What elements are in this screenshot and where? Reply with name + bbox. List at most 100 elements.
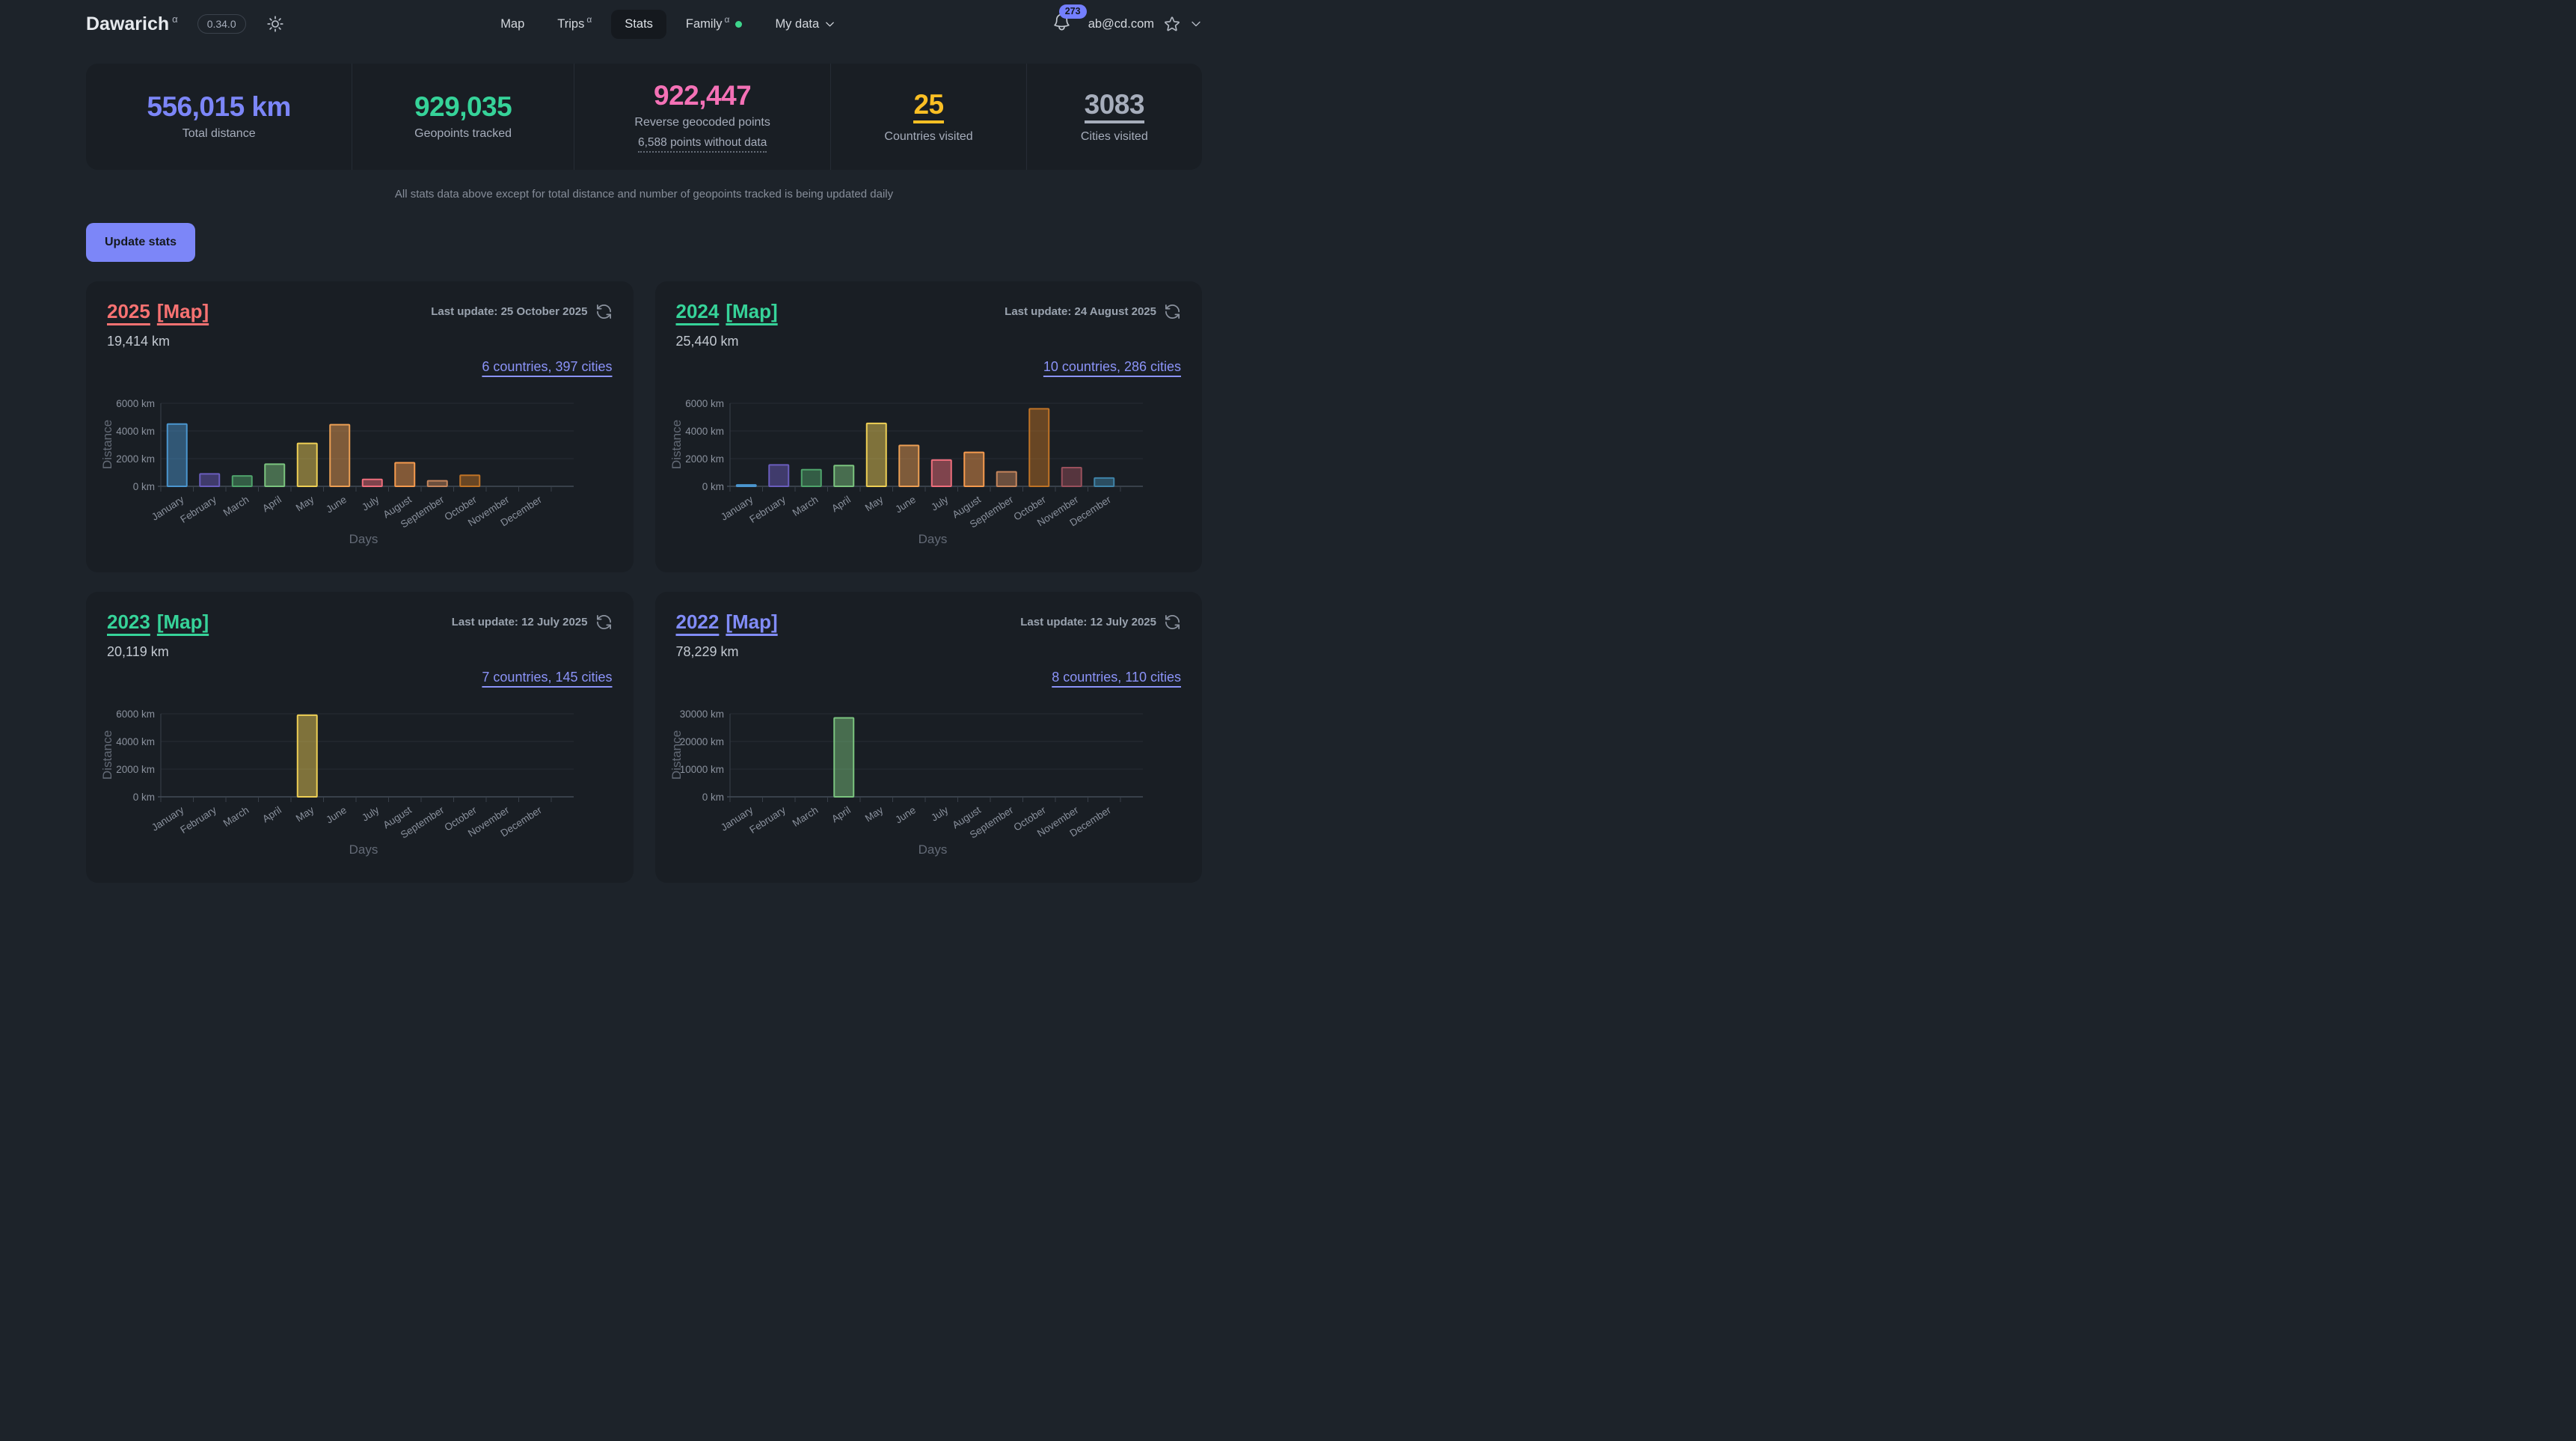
svg-text:May: May bbox=[294, 804, 316, 824]
svg-text:0 km: 0 km bbox=[133, 792, 155, 803]
last-update-label: Last update: 25 October 2025 bbox=[431, 305, 587, 318]
star-icon bbox=[1163, 15, 1181, 33]
map-link-2025[interactable]: [Map] bbox=[157, 300, 209, 322]
daily-update-note: All stats data above except for total di… bbox=[86, 188, 1202, 201]
year-card-2022: 2022[Map] Last update: 12 July 2025 78,2… bbox=[655, 592, 1203, 883]
svg-text:0 km: 0 km bbox=[133, 481, 155, 492]
refresh-icon bbox=[595, 614, 613, 631]
svg-text:June: June bbox=[893, 494, 918, 515]
refresh-icon bbox=[1164, 614, 1181, 631]
alpha-superscript: α bbox=[586, 14, 592, 25]
distance-chart-2023: 6000 km4000 km2000 km0 kmJanuaryFebruary… bbox=[95, 688, 619, 861]
svg-text:February: February bbox=[747, 494, 788, 525]
stats-overview-panel: 556,015 km Total distance 929,035 Geopoi… bbox=[86, 64, 1202, 170]
favorites-button[interactable] bbox=[1163, 15, 1181, 33]
chevron-down-icon bbox=[824, 19, 835, 30]
stat-countries-visited: 25 Countries visited bbox=[830, 64, 1025, 170]
refresh-icon bbox=[1164, 303, 1181, 320]
theme-toggle-button[interactable] bbox=[266, 14, 285, 34]
total-distance-value: 556,015 km bbox=[147, 93, 291, 120]
svg-text:June: June bbox=[324, 804, 349, 826]
year-cards-grid: 2025 [Map] Last update: 25 October 2025 1… bbox=[86, 281, 1202, 883]
refresh-stats-button[interactable] bbox=[1164, 303, 1181, 320]
chevron-down-icon bbox=[1190, 18, 1202, 30]
distance-chart-2022: 30000 km20000 km10000 km0 kmJanuaryFebru… bbox=[664, 688, 1188, 861]
svg-text:Days: Days bbox=[918, 532, 947, 546]
refresh-stats-button[interactable] bbox=[1164, 614, 1181, 631]
countries-visited-value: 25 bbox=[913, 91, 943, 123]
svg-text:March: March bbox=[790, 804, 820, 829]
sun-icon bbox=[266, 14, 285, 34]
svg-text:June: June bbox=[324, 494, 349, 515]
svg-text:April: April bbox=[260, 804, 283, 824]
version-badge[interactable]: 0.34.0 bbox=[197, 14, 246, 34]
navbar: Dawarichα 0.34.0 Map Tripsα Stats Family… bbox=[86, 0, 1202, 48]
svg-text:April: April bbox=[829, 804, 853, 824]
year-link-2025[interactable]: 2025 bbox=[107, 300, 150, 322]
notification-count-badge: 273 bbox=[1059, 4, 1087, 19]
year-distance: 20,119 km bbox=[107, 643, 613, 661]
countries-cities-link[interactable]: 10 countries, 286 cities bbox=[1043, 359, 1181, 374]
countries-cities-link[interactable]: 6 countries, 397 cities bbox=[482, 359, 612, 374]
svg-text:6000 km: 6000 km bbox=[685, 398, 724, 409]
stat-label: Total distance bbox=[183, 127, 256, 141]
last-update-label: Last update: 12 July 2025 bbox=[1020, 616, 1156, 628]
refresh-stats-button[interactable] bbox=[595, 614, 613, 631]
svg-text:2000 km: 2000 km bbox=[116, 453, 155, 465]
svg-text:Distance: Distance bbox=[669, 730, 684, 780]
svg-text:June: June bbox=[893, 804, 918, 826]
stat-label: Geopoints tracked bbox=[414, 127, 512, 141]
map-link-2023[interactable]: [Map] bbox=[157, 611, 209, 633]
countries-cities-link[interactable]: 8 countries, 110 cities bbox=[1052, 670, 1181, 685]
geopoints-value: 929,035 bbox=[414, 93, 512, 120]
stat-label: Reverse geocoded points bbox=[634, 116, 770, 129]
nav-item-family[interactable]: Familyα bbox=[672, 10, 756, 39]
svg-text:February: February bbox=[178, 494, 218, 525]
nav-item-map[interactable]: Map bbox=[487, 10, 538, 39]
map-link-2022[interactable]: [Map] bbox=[726, 611, 777, 633]
notifications-button[interactable]: 273 bbox=[1052, 12, 1072, 36]
main-nav: Map Tripsα Stats Familyα My data bbox=[285, 10, 1052, 39]
refresh-icon bbox=[595, 303, 613, 320]
countries-cities-link[interactable]: 7 countries, 145 cities bbox=[482, 670, 612, 685]
svg-text:30000 km: 30000 km bbox=[679, 709, 723, 720]
stat-label: Cities visited bbox=[1081, 130, 1148, 144]
last-update-label: Last update: 12 July 2025 bbox=[452, 616, 588, 628]
user-email[interactable]: ab@cd.com bbox=[1088, 17, 1154, 31]
stat-reverse-geocoded: 922,447 Reverse geocoded points 6,588 po… bbox=[574, 64, 831, 170]
svg-text:Days: Days bbox=[349, 842, 378, 857]
nav-item-trips[interactable]: Tripsα bbox=[544, 10, 605, 39]
year-link-2023[interactable]: 2023 bbox=[107, 611, 150, 633]
app-logo[interactable]: Dawarichα bbox=[86, 13, 178, 35]
svg-text:6000 km: 6000 km bbox=[116, 398, 155, 409]
user-menu-button[interactable] bbox=[1190, 18, 1202, 30]
svg-text:10000 km: 10000 km bbox=[679, 764, 723, 775]
year-link-2024[interactable]: 2024 bbox=[676, 300, 720, 322]
year-distance: 25,440 km bbox=[676, 332, 1182, 350]
stat-cities-visited: 3083 Cities visited bbox=[1026, 64, 1202, 170]
nav-item-my-data[interactable]: My data bbox=[761, 10, 849, 39]
svg-text:April: April bbox=[260, 494, 283, 514]
year-link-2022[interactable]: 2022 bbox=[676, 611, 720, 633]
year-card-2024: 2024 [Map] Last update: 24 August 2025 25… bbox=[655, 281, 1203, 572]
svg-text:20000 km: 20000 km bbox=[679, 736, 723, 747]
last-update-label: Last update: 24 August 2025 bbox=[1005, 305, 1156, 318]
svg-text:4000 km: 4000 km bbox=[116, 736, 155, 747]
svg-text:Distance: Distance bbox=[100, 730, 114, 780]
reverse-geocoded-value: 922,447 bbox=[654, 82, 751, 109]
svg-text:Days: Days bbox=[349, 532, 378, 546]
points-without-data-link[interactable]: 6,588 points without data bbox=[638, 136, 767, 153]
nav-item-stats[interactable]: Stats bbox=[611, 10, 666, 39]
svg-text:4000 km: 4000 km bbox=[685, 426, 724, 437]
refresh-stats-button[interactable] bbox=[595, 303, 613, 320]
year-card-2023: 2023 [Map] Last update: 12 July 2025 20,1… bbox=[86, 592, 634, 883]
alpha-superscript: α bbox=[725, 14, 730, 25]
update-stats-button[interactable]: Update stats bbox=[86, 223, 195, 262]
svg-text:February: February bbox=[747, 804, 788, 836]
svg-text:0 km: 0 km bbox=[702, 792, 723, 803]
svg-text:May: May bbox=[862, 494, 885, 514]
svg-text:Distance: Distance bbox=[100, 420, 114, 469]
svg-text:February: February bbox=[178, 804, 218, 836]
map-link-2024[interactable]: [Map] bbox=[726, 300, 777, 322]
distance-chart-2025: 6000 km4000 km2000 km0 kmJanuaryFebruary… bbox=[95, 377, 619, 551]
